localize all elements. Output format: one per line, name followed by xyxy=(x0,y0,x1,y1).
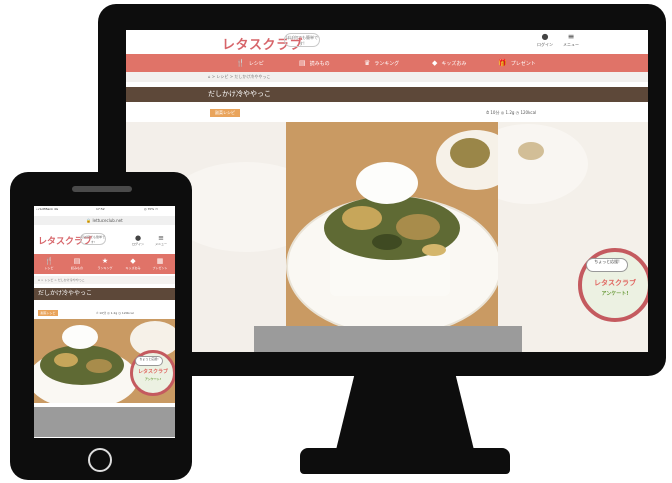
menu-button[interactable]: ≡ メニュー xyxy=(151,234,171,246)
nav-label: ランキング xyxy=(97,266,113,270)
nav-label: プレゼント xyxy=(510,61,536,67)
phone-speaker xyxy=(72,186,132,192)
category-tag[interactable]: 副菜レシピ xyxy=(38,310,58,316)
badge-bubble: ちょっと応援! xyxy=(586,258,628,272)
recipe-title-bar: だしかけ冷ややっこ xyxy=(126,87,648,102)
breadcrumb: ⌂ > レシピ > だしかけ冷ややっこ xyxy=(126,72,648,82)
address-bar[interactable]: 🔒 lettuceclub.net xyxy=(34,216,175,225)
login-label: ログイン xyxy=(131,242,144,246)
bird-icon: ◆ xyxy=(432,59,438,67)
crown-icon: ★ xyxy=(101,257,109,265)
nav-item-present[interactable]: ▦ プレゼント xyxy=(147,257,173,270)
phone-screen: ••SoftBank 4G 17:52 ◎ 70% ▭ 🔒 lettuceclu… xyxy=(34,206,175,438)
recipe-photo[interactable] xyxy=(286,122,498,332)
gift-icon: ▦ xyxy=(156,257,164,265)
logo-bubble: ほぼ何でも簡単です! xyxy=(80,233,106,245)
nav-label: プレゼント xyxy=(152,266,168,270)
login-button[interactable]: ● ログイン xyxy=(128,234,148,246)
desktop-screen: レタスクラブ ほぼ何でも簡単です! ● ログイン ≡ メニュー 🍴 レシピ ▤ 読み… xyxy=(126,30,648,352)
badge-sub: アンケート! xyxy=(601,291,629,297)
menu-icon: ≡ xyxy=(158,234,164,242)
nav-item-kids[interactable]: ◆ キッズおみ xyxy=(432,59,466,68)
nav-item-kids[interactable]: ◆ キッズおみ xyxy=(120,257,146,270)
breadcrumb: ⌂ > レシピ > だしかけ冷ややっこ xyxy=(34,276,175,284)
fork-knife-icon: 🍴 xyxy=(236,59,245,67)
recipe-stats: ⏱ 10分 ◎ 1.2g ◷ 120kcal xyxy=(486,110,537,115)
ad-placeholder xyxy=(34,407,175,437)
person-icon: ● xyxy=(134,234,142,242)
nav-label: 読みもの xyxy=(309,61,330,67)
monitor-stand-base xyxy=(300,448,510,474)
nav-item-ranking[interactable]: ★ ランキング xyxy=(92,257,118,270)
phone-home-button[interactable] xyxy=(88,448,112,472)
nav-label: レシピ xyxy=(44,266,54,270)
status-battery: ◎ 70% ▭ xyxy=(144,207,159,211)
survey-badge[interactable]: ちょっと応援! レタスクラブ アンケート! xyxy=(130,350,175,396)
menu-button[interactable]: ≡ メニュー xyxy=(558,32,584,47)
badge-sub: アンケート! xyxy=(144,377,162,381)
nav-item-ranking[interactable]: ♛ ランキング xyxy=(364,59,399,68)
desktop-nav: 🍴 レシピ ▤ 読みもの ♛ ランキング ◆ キッズおみ 🎁 プレゼント xyxy=(126,54,648,72)
login-button[interactable]: ● ログイン xyxy=(532,32,558,47)
ad-placeholder xyxy=(254,326,522,352)
nav-label: レシピ xyxy=(248,61,264,67)
menu-label: メニュー xyxy=(563,42,579,47)
status-carrier: ••SoftBank 4G xyxy=(36,207,59,211)
grated-radish xyxy=(356,162,418,204)
breadcrumb-text[interactable]: ⌂ > レシピ > だしかけ冷ややっこ xyxy=(208,74,270,79)
nav-label: 読みもの xyxy=(70,266,83,270)
nav-item-recipe[interactable]: 🍴 レシピ xyxy=(236,59,264,68)
badge-logo: レタスクラブ xyxy=(594,279,636,287)
gift-icon: 🎁 xyxy=(498,59,507,67)
survey-badge[interactable]: ちょっと応援! レタスクラブ アンケート! xyxy=(578,248,648,322)
badge-logo: レタスクラブ xyxy=(137,369,168,375)
person-icon: ● xyxy=(541,32,549,41)
breadcrumb-text[interactable]: ⌂ > レシピ > だしかけ冷ややっこ xyxy=(38,278,85,282)
book-icon: ▤ xyxy=(299,59,306,67)
fork-knife-icon: 🍴 xyxy=(44,257,54,265)
monitor-stand xyxy=(335,374,475,454)
badge-bubble: ちょっと応援! xyxy=(135,356,163,366)
page-title: だしかけ冷ややっこ xyxy=(208,90,271,98)
url-text: 🔒 lettuceclub.net xyxy=(86,218,123,223)
desktop-header: レタスクラブ ほぼ何でも簡単です! ● ログイン ≡ メニュー xyxy=(126,30,648,53)
menu-icon: ≡ xyxy=(567,32,575,41)
menu-label: メニュー xyxy=(154,242,167,246)
category-tag[interactable]: 副菜レシピ xyxy=(210,109,240,117)
logo-bubble: ほぼ何でも簡単です! xyxy=(284,33,320,47)
nav-label: ランキング xyxy=(374,61,400,67)
grated-radish xyxy=(62,325,98,349)
nav-item-present[interactable]: 🎁 プレゼント xyxy=(498,59,536,68)
book-icon: ▤ xyxy=(73,257,81,265)
bird-icon: ◆ xyxy=(130,257,136,265)
login-label: ログイン xyxy=(537,42,553,47)
nav-item-recipe[interactable]: 🍴 レシピ xyxy=(36,257,62,270)
recipe-stats: ⏱ 10分 ◎ 1.2g ◷ 120kcal xyxy=(96,311,134,315)
nav-label: キッズおみ xyxy=(441,61,467,67)
page-title: だしかけ冷ややっこ xyxy=(38,290,93,297)
crown-icon: ♛ xyxy=(364,59,371,67)
phone-status-bar: ••SoftBank 4G 17:52 ◎ 70% ▭ xyxy=(34,206,175,213)
recipe-title-bar: だしかけ冷ややっこ xyxy=(34,288,175,300)
phone-nav: 🍴 レシピ ▤ 読みもの ★ ランキング ◆ キッズおみ ▦ プレゼント xyxy=(34,254,175,274)
status-time: 17:52 xyxy=(96,207,105,211)
nav-item-reading[interactable]: ▤ 読みもの xyxy=(299,59,330,68)
nav-label: キッズおみ xyxy=(125,266,141,270)
nav-item-reading[interactable]: ▤ 読みもの xyxy=(64,257,90,270)
